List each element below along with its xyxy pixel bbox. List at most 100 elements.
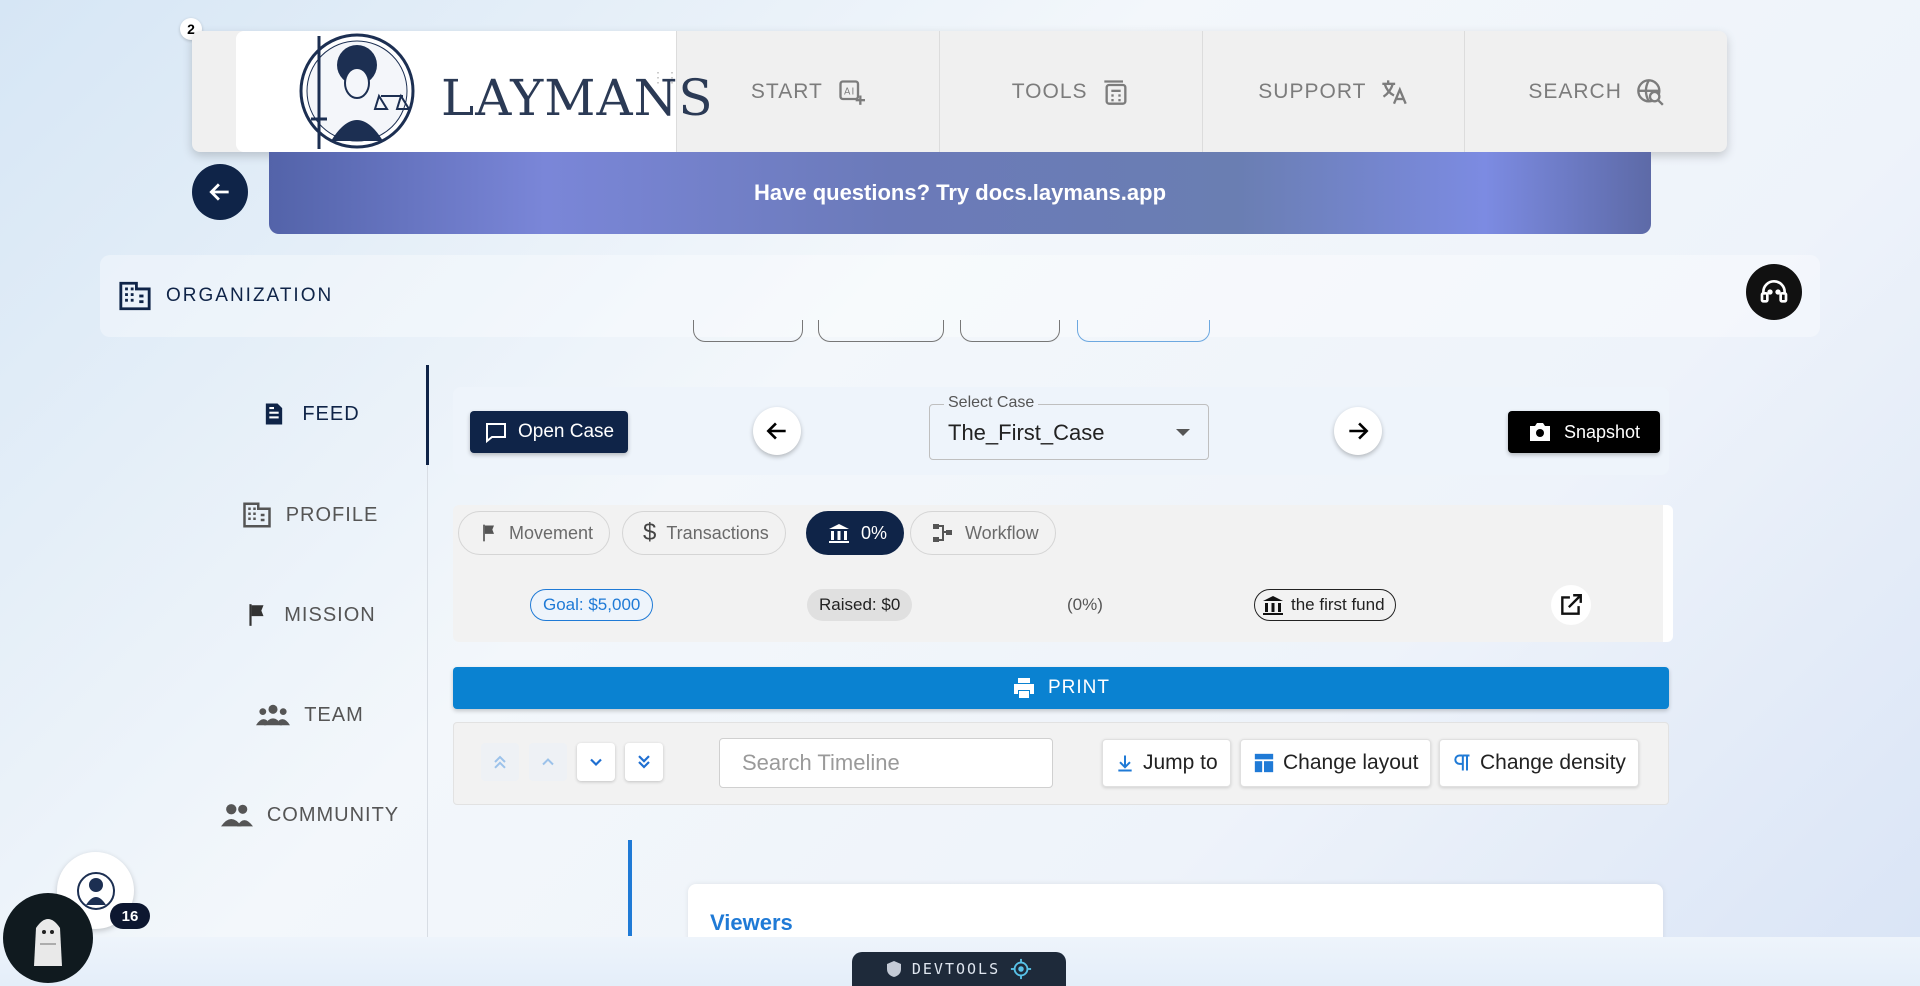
fund-name-label: the first fund bbox=[1291, 595, 1385, 614]
chevron-down-icon bbox=[590, 758, 602, 767]
case-select-value: The_First_Case bbox=[948, 420, 1105, 445]
translate-icon bbox=[1382, 79, 1408, 104]
scrolled-pill bbox=[1077, 320, 1210, 342]
nav-start[interactable]: START AI bbox=[676, 31, 939, 152]
tab-label: Workflow bbox=[965, 522, 1039, 543]
sidebar-item-community[interactable]: COMMUNITY bbox=[192, 802, 428, 828]
nav-tools[interactable]: TOOLS bbox=[938, 31, 1202, 152]
viewers-title: Viewers bbox=[710, 910, 793, 935]
raised-chip: Raised: $0 bbox=[807, 589, 913, 621]
tab-transactions[interactable]: $ Transactions bbox=[622, 511, 786, 555]
scroll-top-button[interactable] bbox=[481, 743, 519, 781]
nav-start-label: START bbox=[750, 79, 823, 103]
change-density-label: Change density bbox=[1480, 751, 1626, 774]
devtools-label: DEVTOOLS bbox=[911, 960, 1001, 978]
flag-icon bbox=[483, 524, 494, 542]
shield-icon bbox=[886, 961, 901, 977]
viewers-card: Viewers bbox=[688, 884, 1663, 944]
tab-workflow[interactable]: Workflow bbox=[910, 511, 1056, 555]
percent-text: (0%) bbox=[1067, 595, 1103, 614]
print-button[interactable]: PRINT bbox=[453, 667, 1669, 709]
headset-icon bbox=[1760, 280, 1788, 303]
printer-icon bbox=[1014, 678, 1034, 698]
ai-image-icon: AI bbox=[839, 79, 865, 105]
devtools-tab[interactable]: DEVTOOLS bbox=[852, 952, 1066, 986]
calculator-icon bbox=[1103, 79, 1127, 105]
next-case-button[interactable] bbox=[1334, 407, 1382, 455]
bank-icon bbox=[829, 524, 849, 543]
user-figure-icon bbox=[34, 919, 62, 966]
nav-tools-label: TOOLS bbox=[1011, 79, 1088, 103]
jump-to-label: Jump to bbox=[1143, 751, 1218, 774]
tab-label: Transactions bbox=[666, 522, 769, 543]
case-select[interactable]: Select Case The_First_Case bbox=[929, 394, 1209, 460]
sidebar-item-label: PROFILE bbox=[285, 503, 379, 526]
justice-seal-icon bbox=[299, 33, 415, 149]
tab-fund-progress[interactable]: 0% bbox=[806, 511, 905, 555]
nav-search-label: SEARCH bbox=[1528, 79, 1622, 103]
user-avatar[interactable] bbox=[3, 893, 93, 983]
organization-label: ORGANIZATION bbox=[166, 285, 334, 306]
case-select-label: Select Case bbox=[944, 394, 1039, 412]
camera-icon bbox=[1530, 423, 1550, 441]
tab-movement[interactable]: Movement bbox=[458, 511, 611, 555]
dollar-icon: $ bbox=[643, 519, 657, 546]
bank-icon bbox=[1263, 596, 1283, 615]
people-icon bbox=[220, 804, 253, 827]
sidebar-item-profile[interactable]: PROFILE bbox=[192, 500, 428, 530]
open-case-button[interactable]: Open Case bbox=[470, 411, 629, 453]
help-banner[interactable]: Have questions? Try docs.laymans.app bbox=[269, 152, 1651, 234]
external-link-icon bbox=[1561, 594, 1582, 615]
change-layout-label: Change layout bbox=[1283, 751, 1419, 774]
scroll-down-button[interactable] bbox=[577, 743, 615, 781]
tab-label: 0% bbox=[861, 522, 888, 543]
sidebar-item-label: TEAM bbox=[304, 703, 364, 726]
top-navigation: LAYMANS ⋮⋮ START AI TOOLS SUPPORT SEARCH bbox=[192, 31, 1727, 152]
building-icon bbox=[119, 281, 151, 311]
change-layout-button[interactable]: Change layout bbox=[1240, 739, 1432, 787]
sidebar-item-mission[interactable]: MISSION bbox=[192, 601, 428, 629]
scroll-bottom-button[interactable] bbox=[625, 743, 663, 781]
svg-text:AI: AI bbox=[844, 86, 855, 97]
arrow-left-icon bbox=[209, 183, 229, 201]
sidebar-item-feed[interactable]: FEED bbox=[192, 400, 428, 428]
logo[interactable]: LAYMANS ⋮⋮ bbox=[236, 31, 713, 152]
open-case-label: Open Case bbox=[518, 421, 615, 442]
justice-seal-icon bbox=[76, 871, 115, 910]
workflow-icon bbox=[933, 524, 952, 542]
change-density-button[interactable]: Change density bbox=[1439, 739, 1639, 787]
search-timeline-input[interactable] bbox=[719, 738, 1053, 788]
paragraph-icon bbox=[1454, 754, 1470, 771]
search-globe-icon bbox=[1637, 78, 1664, 106]
arrow-left-icon bbox=[766, 422, 786, 440]
timeline-line bbox=[628, 840, 632, 936]
support-agent-button[interactable] bbox=[1746, 264, 1802, 320]
tab-label: Movement bbox=[509, 522, 594, 543]
sidebar-item-label: MISSION bbox=[284, 603, 376, 626]
dropdown-caret-icon bbox=[1176, 429, 1190, 436]
nav-search[interactable]: SEARCH bbox=[1464, 31, 1727, 152]
document-icon bbox=[266, 403, 283, 425]
layout-icon bbox=[1254, 753, 1274, 773]
jump-to-button[interactable]: Jump to bbox=[1102, 739, 1231, 787]
snapshot-label: Snapshot bbox=[1564, 421, 1641, 442]
building-icon bbox=[242, 502, 271, 528]
comment-icon bbox=[486, 423, 506, 444]
nav-support[interactable]: SUPPORT bbox=[1201, 31, 1465, 152]
fund-name-chip[interactable]: the first fund bbox=[1254, 589, 1396, 621]
drag-handle-icon[interactable]: ⋮⋮ bbox=[651, 70, 679, 84]
notification-count-badge: 16 bbox=[110, 903, 150, 929]
download-arrow-icon bbox=[1118, 755, 1132, 772]
open-fund-link-button[interactable] bbox=[1551, 585, 1591, 625]
crosshair-icon bbox=[1011, 958, 1032, 980]
snapshot-button[interactable]: Snapshot bbox=[1508, 411, 1661, 453]
back-button[interactable] bbox=[192, 164, 248, 220]
double-chevron-down-icon bbox=[638, 755, 650, 769]
group-icon bbox=[256, 704, 291, 726]
print-label: PRINT bbox=[1048, 677, 1110, 698]
sidebar-item-team[interactable]: TEAM bbox=[192, 702, 428, 728]
chevron-up-icon bbox=[542, 758, 554, 766]
previous-case-button[interactable] bbox=[753, 407, 801, 455]
flag-icon bbox=[249, 604, 264, 626]
scroll-up-button[interactable] bbox=[529, 743, 567, 781]
